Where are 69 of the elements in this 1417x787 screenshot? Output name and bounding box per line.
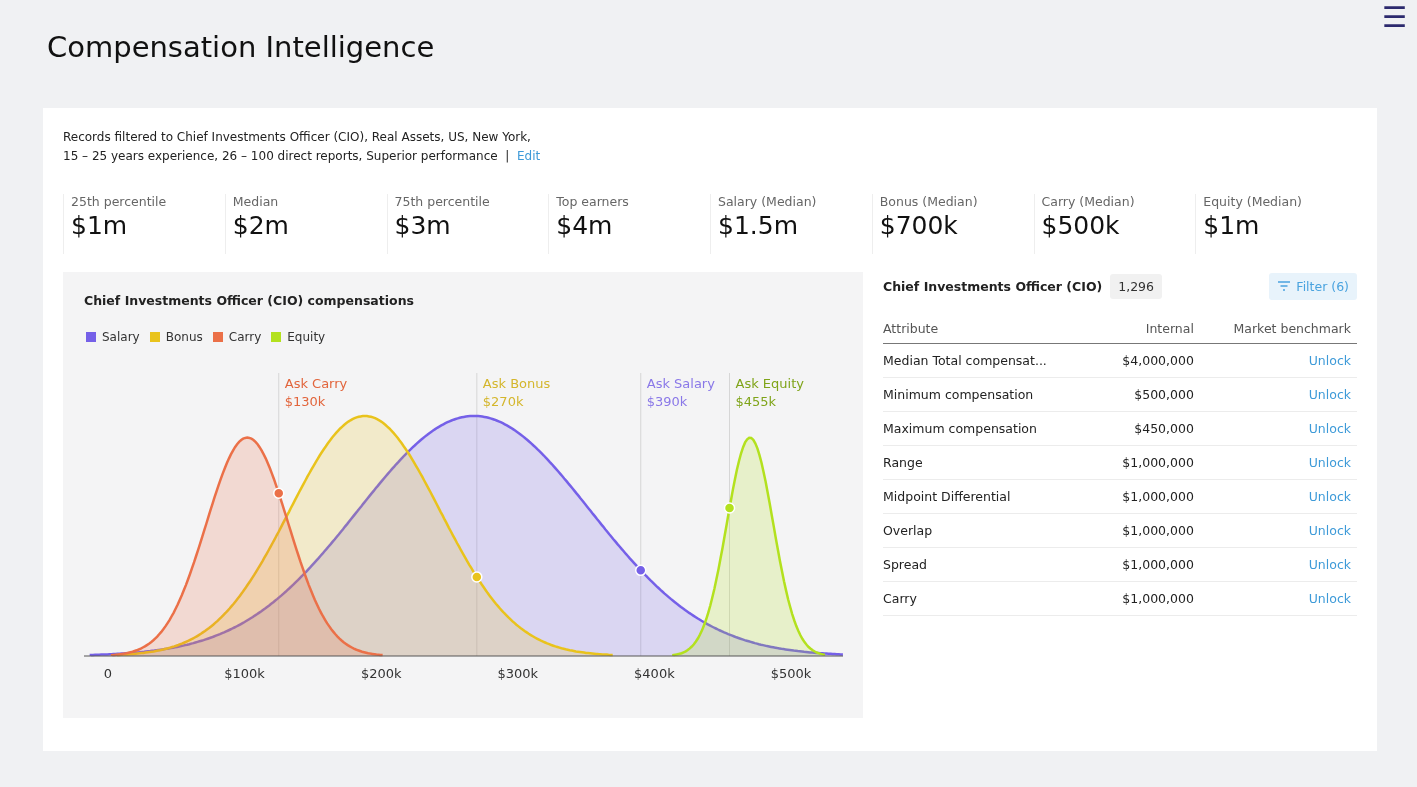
- marker-label: Ask Carry: [284, 376, 348, 391]
- stat-label: Equity (Median): [1203, 194, 1303, 209]
- stat-value: $2m: [232, 211, 290, 240]
- edit-link[interactable]: Edit: [517, 149, 541, 163]
- axis-tick-label: $500k: [770, 666, 812, 681]
- stat-label: Carry (Median): [1041, 194, 1136, 209]
- axis-tick-label: $300k: [497, 666, 539, 681]
- unlock-link[interactable]: Unlock: [1308, 387, 1351, 402]
- table-cell: $1,000,000: [1099, 547, 1194, 582]
- stat-value: $4m: [556, 211, 614, 240]
- table-cell: $500,000: [1099, 377, 1194, 412]
- count-badge: 1,296: [1110, 273, 1163, 299]
- marker-value: $130k: [284, 394, 326, 409]
- legend-label: Salary: [102, 330, 140, 344]
- marker-label: Ask Salary: [646, 376, 715, 391]
- table-cell: $1,000,000: [1099, 513, 1194, 548]
- legend-label: Carry: [228, 330, 262, 344]
- axis-tick-label: $400k: [634, 666, 675, 681]
- stat-value: $3m: [394, 211, 452, 240]
- stat-value: $500k: [1041, 211, 1121, 240]
- column-header: Internal: [1099, 314, 1194, 344]
- marker-value: $390k: [646, 394, 688, 409]
- legend-label: Equity: [287, 330, 326, 344]
- stat-label: Salary (Median): [718, 194, 818, 209]
- stat-value: $1m: [71, 211, 129, 240]
- table-cell: Minimum compensation: [883, 377, 1100, 412]
- stat-label: 75th percentile: [394, 194, 491, 209]
- table-cell: $1,000,000: [1099, 479, 1194, 514]
- stat-value: $1m: [1203, 211, 1261, 240]
- filter-icon: [1277, 280, 1292, 292]
- table-cell: Range: [883, 445, 1100, 480]
- axis-tick-label: $100k: [224, 666, 265, 681]
- table-cell: Midpoint Differential: [883, 479, 1100, 514]
- marker-value: $270k: [482, 394, 524, 409]
- unlock-link[interactable]: Unlock: [1308, 455, 1351, 470]
- unlock-link[interactable]: Unlock: [1308, 591, 1351, 606]
- axis-tick-label: 0: [103, 666, 113, 681]
- table-cell: Spread: [883, 547, 1100, 582]
- unlock-link[interactable]: Unlock: [1308, 557, 1351, 572]
- marker-value: $455k: [735, 394, 777, 409]
- table-cell: Overlap: [883, 513, 1100, 548]
- marker-label: Ask Bonus: [482, 376, 551, 391]
- table-cell: Median Total compensat...: [883, 343, 1100, 378]
- unlock-link[interactable]: Unlock: [1308, 489, 1351, 504]
- stat-label: Bonus (Median): [879, 194, 979, 209]
- filter-summary: Records filtered to Chief Investments Officer (CIO), Real Assets, US, New York, 15 – 25 years experience, 26 – 100 direct reports, Superior performance | Edit: [63, 129, 542, 165]
- unlock-link[interactable]: Unlock: [1308, 353, 1351, 368]
- legend-label: Bonus: [165, 330, 203, 344]
- chart-title: Chief Investments Officer (CIO) compensations: [84, 293, 415, 308]
- unlock-link[interactable]: Unlock: [1308, 421, 1351, 436]
- stat-label: 25th percentile: [71, 194, 168, 209]
- table-cell: $1,000,000: [1099, 581, 1194, 616]
- table-cell: $4,000,000: [1099, 343, 1194, 378]
- stat-value: $1.5m: [718, 211, 800, 240]
- stat-value: $700k: [879, 211, 959, 240]
- table-title: Chief Investments Officer (CIO): [883, 278, 1103, 294]
- page-title: Compensation Intelligence: [47, 30, 435, 64]
- column-header: Attribute: [883, 314, 1100, 344]
- table-cell: Carry: [883, 581, 1100, 616]
- marker-label: Ask Equity: [735, 376, 804, 391]
- table-cell: $1,000,000: [1099, 445, 1194, 480]
- table-cell: Maximum compensation: [883, 411, 1100, 446]
- axis-tick-label: $200k: [360, 666, 402, 681]
- column-header: Market benchmark: [1193, 314, 1357, 344]
- table-cell: $450,000: [1099, 411, 1194, 446]
- filter-button[interactable]: Filter (6): [1269, 272, 1357, 300]
- stat-label: Top earners: [556, 194, 630, 209]
- unlock-link[interactable]: Unlock: [1308, 523, 1351, 538]
- stat-label: Median: [232, 194, 280, 209]
